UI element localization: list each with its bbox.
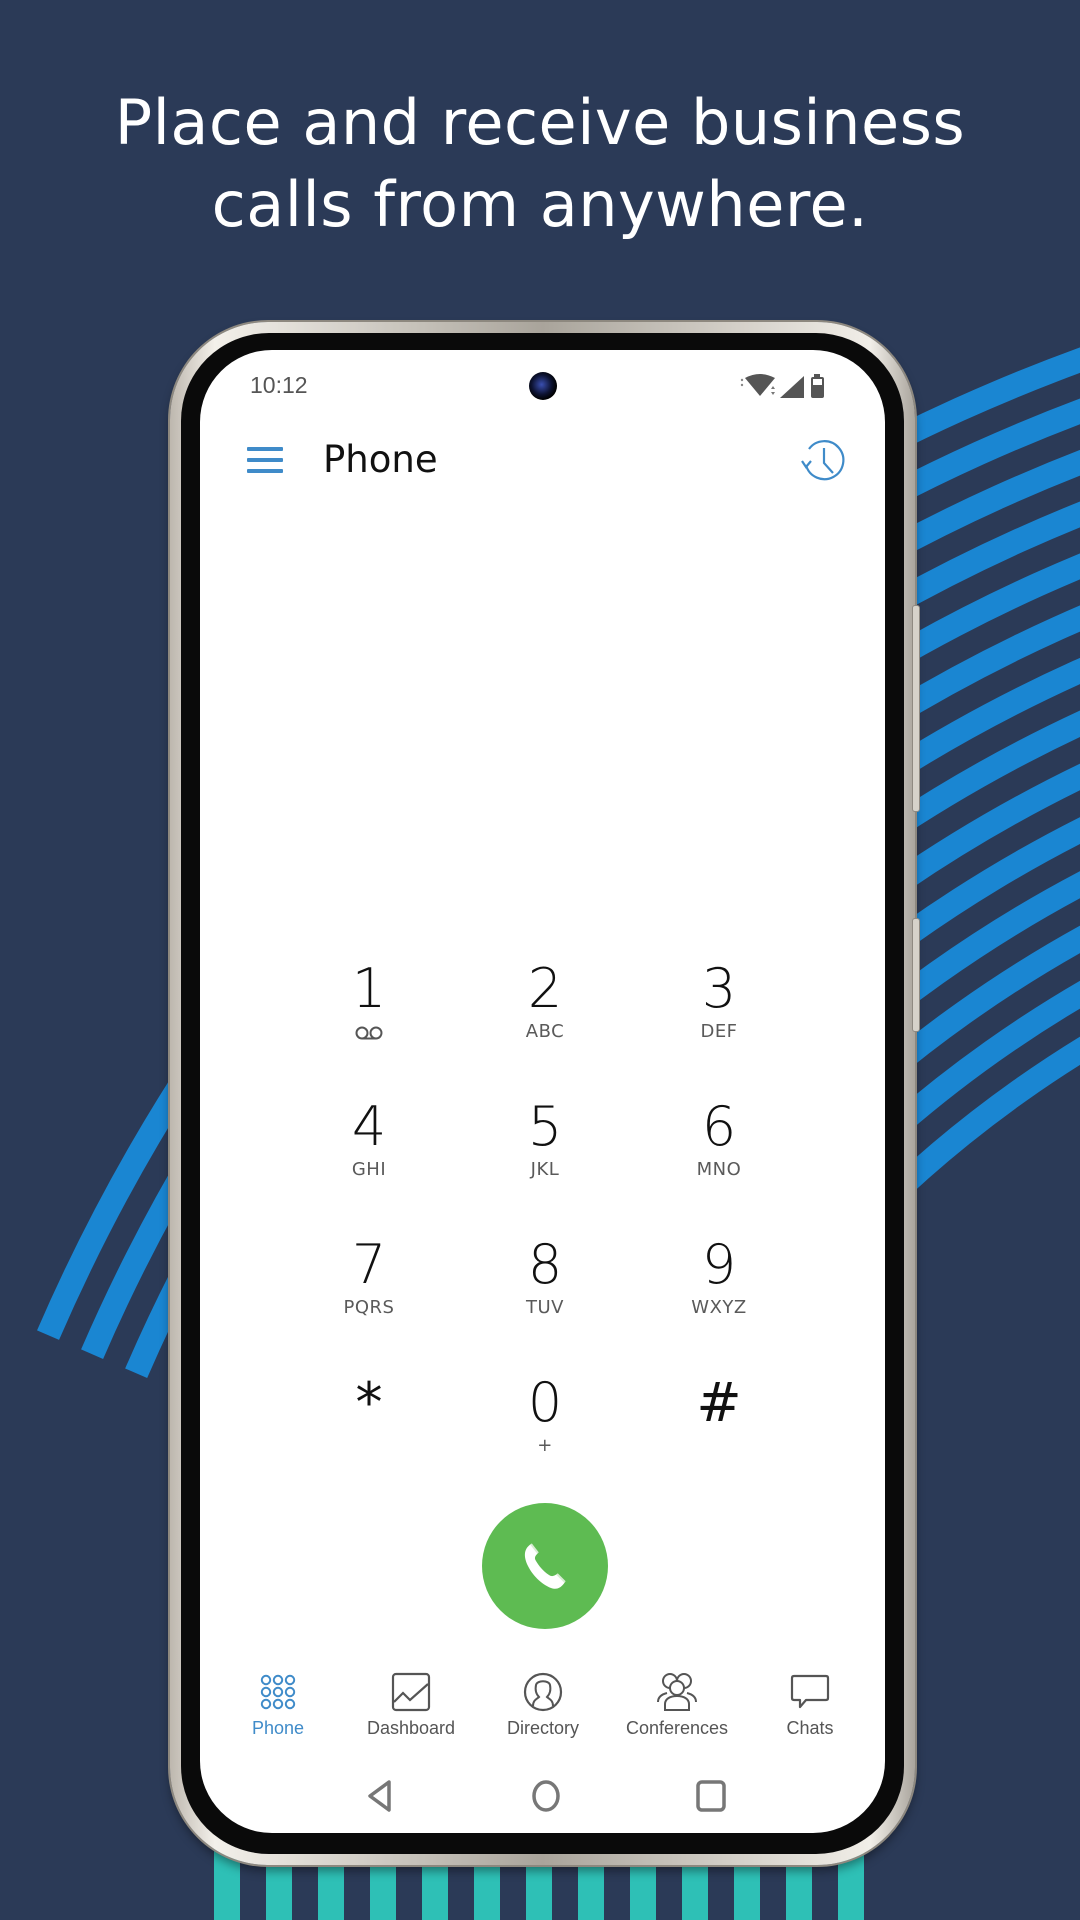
nav-tab-label: Directory — [506, 1718, 579, 1738]
dialpad-key-6[interactable]: 6 MNO — [644, 1097, 794, 1217]
key-letters: MNO — [696, 1159, 742, 1180]
nav-tab-directory[interactable]: Directory — [478, 1672, 608, 1762]
nav-tab-label: Phone — [251, 1718, 305, 1738]
key-letters: WXYZ — [691, 1297, 747, 1318]
recents-square-icon — [696, 1780, 726, 1812]
nav-tab-label: Dashboard — [366, 1718, 456, 1738]
dialpad-key-star[interactable]: * — [294, 1373, 444, 1493]
nav-tab-label: Conferences — [625, 1718, 729, 1738]
front-camera — [529, 372, 557, 400]
system-back-button[interactable] — [365, 1778, 395, 1818]
phone-handset-icon — [524, 1543, 566, 1589]
key-digit: 0 — [527, 1371, 563, 1434]
voicemail-icon — [294, 1025, 444, 1045]
key-digit: 8 — [527, 1233, 563, 1296]
hamburger-menu-icon — [247, 447, 283, 451]
key-letters: GHI — [351, 1159, 387, 1180]
headline: Place and receive business calls from an… — [0, 82, 1080, 246]
cell-signal-icon — [780, 376, 804, 398]
headline-line-2: calls from anywhere. — [211, 168, 869, 241]
dialpad-key-0[interactable]: 0 + — [470, 1373, 620, 1493]
dialpad-key-5[interactable]: 5 JKL — [470, 1097, 620, 1217]
system-recents-button[interactable] — [694, 1778, 728, 1818]
dialpad-key-7[interactable]: 7 PQRS — [294, 1235, 444, 1355]
key-digit: 2 — [527, 957, 563, 1020]
key-letters: + — [537, 1435, 553, 1456]
chart-line-icon — [346, 1672, 476, 1712]
key-digit: 6 — [701, 1095, 737, 1158]
key-digit: 1 — [351, 957, 387, 1020]
headline-line-1: Place and receive business — [114, 86, 966, 159]
key-digit: 4 — [351, 1095, 387, 1158]
chat-bubble-icon — [745, 1672, 875, 1712]
phone-screen: 10:12 Phone 1 2 ABC 3 DEF 4 GHI 5 JKL 6 … — [200, 350, 885, 1833]
key-letters: DEF — [700, 1021, 738, 1042]
nav-tab-conferences[interactable]: Conferences — [612, 1672, 742, 1762]
nav-tab-label: Chats — [786, 1718, 834, 1738]
dialpad-key-8[interactable]: 8 TUV — [470, 1235, 620, 1355]
system-home-button[interactable] — [530, 1778, 562, 1818]
hamburger-menu-button[interactable] — [247, 447, 283, 473]
key-letters: JKL — [530, 1159, 560, 1180]
nav-tab-dashboard[interactable]: Dashboard — [346, 1672, 476, 1762]
call-history-button[interactable] — [799, 437, 847, 485]
back-triangle-icon — [368, 1780, 391, 1812]
status-time: 10:12 — [250, 372, 308, 398]
key-digit: * — [355, 1371, 383, 1434]
volume-button — [912, 605, 920, 812]
wifi-icon — [740, 374, 775, 396]
power-button — [912, 918, 920, 1032]
key-digit: 7 — [351, 1233, 387, 1296]
dialpad-key-2[interactable]: 2 ABC — [470, 959, 620, 1079]
dialpad-key-1[interactable]: 1 — [294, 959, 444, 1079]
page-title: Phone — [323, 438, 438, 481]
home-circle-icon — [532, 1780, 560, 1812]
key-letters: TUV — [526, 1297, 564, 1318]
call-history-icon — [801, 440, 845, 481]
battery-icon — [811, 374, 824, 398]
person-icon — [478, 1672, 608, 1712]
dialpad-key-4[interactable]: 4 GHI — [294, 1097, 444, 1217]
dialpad-key-hash[interactable]: # — [644, 1373, 794, 1493]
key-digit: 9 — [701, 1233, 737, 1296]
key-letters: ABC — [525, 1021, 565, 1042]
key-digit: 5 — [527, 1095, 563, 1158]
key-digit: # — [696, 1371, 742, 1434]
group-icon — [612, 1672, 742, 1712]
dialpad-key-3[interactable]: 3 DEF — [644, 959, 794, 1079]
key-digit: 3 — [701, 957, 737, 1020]
nav-tab-phone[interactable]: Phone — [213, 1672, 343, 1762]
hamburger-line — [247, 458, 283, 462]
status-icons — [740, 372, 850, 406]
dialpad-icon — [213, 1672, 343, 1712]
hamburger-line — [247, 469, 283, 473]
call-button[interactable] — [482, 1503, 608, 1629]
nav-tab-chats[interactable]: Chats — [745, 1672, 875, 1762]
dialpad-key-9[interactable]: 9 WXYZ — [644, 1235, 794, 1355]
key-letters: PQRS — [343, 1297, 395, 1318]
